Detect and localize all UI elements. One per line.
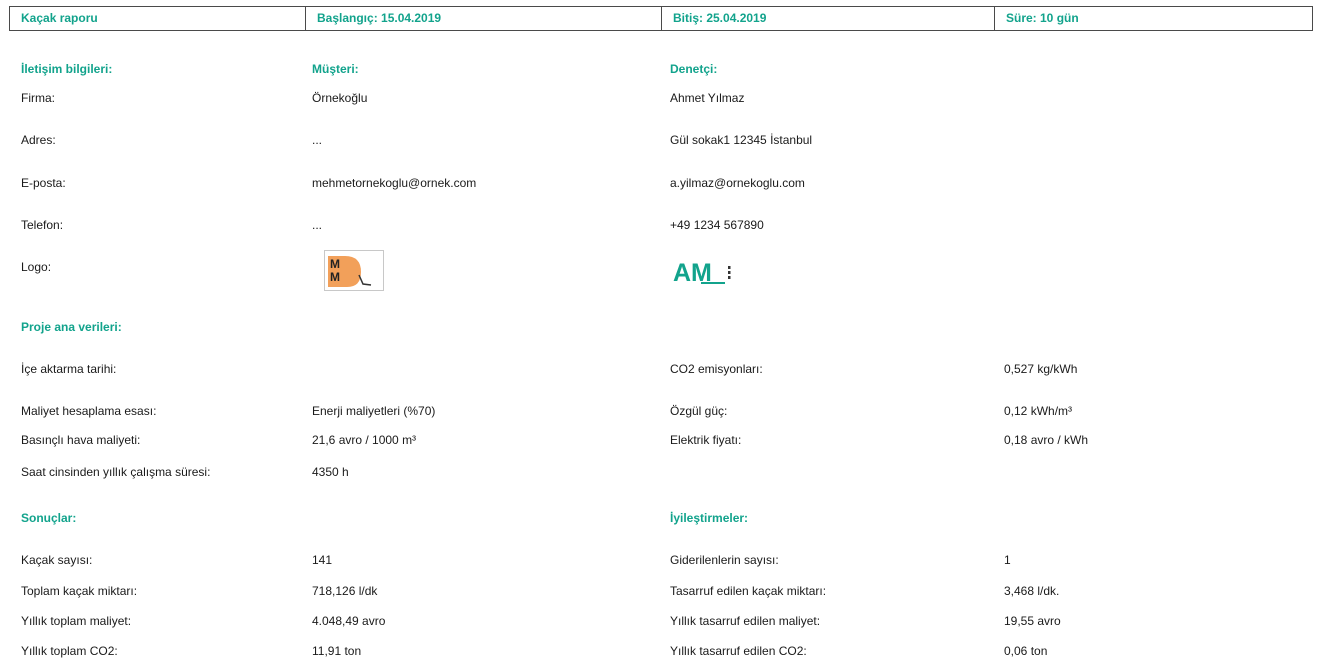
- specific-power-value: 0,12 kWh/m³: [1004, 404, 1073, 418]
- end-date: Bitiş: 25.04.2019: [662, 7, 995, 30]
- svg-text:AM: AM: [673, 259, 712, 286]
- annual-cost-value: 4.048,49 avro: [312, 614, 386, 628]
- auditor-logo-icon: AM: [672, 256, 756, 287]
- phone-label: Telefon:: [21, 218, 64, 232]
- svg-text:M: M: [330, 257, 340, 271]
- air-cost-label: Basınçlı hava maliyeti:: [21, 433, 141, 447]
- fixed-count-label: Giderilenlerin sayısı:: [670, 553, 779, 567]
- operating-hours-label: Saat cinsinden yıllık çalışma süresi:: [21, 465, 211, 479]
- start-date: Başlangıç: 15.04.2019: [306, 7, 662, 30]
- saved-leak-value: 3,468 l/dk.: [1004, 584, 1060, 598]
- leak-count-value: 141: [312, 553, 333, 567]
- annual-cost-label: Yıllık toplam maliyet:: [21, 614, 132, 628]
- customer-phone: ...: [312, 218, 323, 232]
- customer-logo-icon: M M: [324, 250, 384, 291]
- operating-hours-value: 4350 h: [312, 465, 349, 479]
- company-label: Firma:: [21, 91, 55, 105]
- air-cost-value: 21,6 avro / 1000 m³: [312, 433, 417, 447]
- project-heading: Proje ana verileri:: [21, 320, 122, 334]
- annual-co2-label: Yıllık toplam CO2:: [21, 644, 118, 658]
- fixed-count-value: 1: [1004, 553, 1011, 567]
- electricity-price-label: Elektrik fiyatı:: [670, 433, 742, 447]
- auditor-phone: +49 1234 567890: [670, 218, 764, 232]
- improvements-heading: İyileştirmeler:: [670, 511, 749, 525]
- saved-co2-value: 0,06 ton: [1004, 644, 1048, 658]
- svg-text:M: M: [330, 270, 340, 284]
- logo-label: Logo:: [21, 260, 52, 274]
- customer-email: mehmetornekoglu@ornek.com: [312, 176, 477, 190]
- saved-cost-label: Yıllık tasarruf edilen maliyet:: [670, 614, 821, 628]
- results-heading: Sonuçlar:: [21, 511, 77, 525]
- customer-address: ...: [312, 133, 323, 147]
- cost-basis-value: Enerji maliyetleri (%70): [312, 404, 436, 418]
- cost-basis-label: Maliyet hesaplama esası:: [21, 404, 157, 418]
- co2-emission-value: 0,527 kg/kWh: [1004, 362, 1078, 376]
- report-header: Kaçak raporu Başlangıç: 15.04.2019 Bitiş…: [9, 6, 1313, 31]
- annual-co2-value: 11,91 ton: [312, 644, 362, 658]
- address-label: Adres:: [21, 133, 56, 147]
- co2-emission-label: CO2 emisyonları:: [670, 362, 763, 376]
- specific-power-label: Özgül güç:: [670, 404, 728, 418]
- auditor-address: Gül sokak1 12345 İstanbul: [670, 133, 813, 147]
- total-leak-label: Toplam kaçak miktarı:: [21, 584, 138, 598]
- saved-leak-label: Tasarruf edilen kaçak miktarı:: [670, 584, 827, 598]
- email-label: E-posta:: [21, 176, 66, 190]
- duration: Süre: 10 gün: [1006, 11, 1079, 25]
- auditor-email: a.yilmaz@ornekoglu.com: [670, 176, 805, 190]
- leak-count-label: Kaçak sayısı:: [21, 553, 93, 567]
- contact-heading: İletişim bilgileri:: [21, 62, 113, 76]
- customer-heading: Müşteri:: [312, 62, 359, 76]
- customer-company: Örnekoğlu: [312, 91, 368, 105]
- total-leak-value: 718,126 l/dk: [312, 584, 378, 598]
- saved-co2-label: Yıllık tasarruf edilen CO2:: [670, 644, 807, 658]
- saved-cost-value: 19,55 avro: [1004, 614, 1061, 628]
- import-date-label: İçe aktarma tarihi:: [21, 362, 117, 376]
- auditor-name: Ahmet Yılmaz: [670, 91, 745, 105]
- report-title: Kaçak raporu: [10, 7, 306, 30]
- auditor-heading: Denetçi:: [670, 62, 718, 76]
- electricity-price-value: 0,18 avro / kWh: [1004, 433, 1089, 447]
